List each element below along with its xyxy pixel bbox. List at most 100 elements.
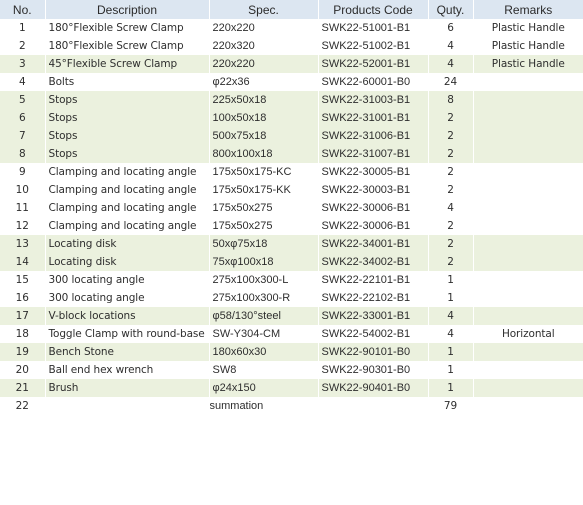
cell-spec: 180x60x30: [209, 343, 319, 361]
header-row: No. Description Spec. Products Code Quty…: [0, 0, 583, 19]
cell-description: Clamping and locating angle: [45, 181, 210, 199]
cell-spec: 175x50x175-KK: [209, 181, 319, 199]
cell-description: Toggle Clamp with round-base: [45, 325, 210, 343]
cell-quantity: 4: [428, 199, 474, 217]
cell-spec: 50xφ75x18: [209, 235, 319, 253]
table-row: 5 Stops 225x50x18 SWK22-31003-B1 8: [0, 91, 583, 109]
cell-description: Stops: [45, 109, 210, 127]
cell-remarks: Horizontal: [473, 325, 583, 343]
cell-quantity: 4: [428, 307, 474, 325]
cell-quantity: 1: [428, 271, 474, 289]
table-row: 11 Clamping and locating angle 175x50x27…: [0, 199, 583, 217]
cell-quantity: 24: [428, 73, 474, 91]
header-products-code: Products Code: [318, 0, 429, 19]
cell-no: 6: [0, 109, 46, 127]
cell-products-code: SWK22-51002-B1: [318, 37, 429, 55]
cell-no: 11: [0, 199, 46, 217]
cell-no: 1: [0, 19, 46, 37]
cell-description: Clamping and locating angle: [45, 199, 210, 217]
cell-spec: 220x220: [209, 55, 319, 73]
cell-quantity: 2: [428, 145, 474, 163]
cell-no: 18: [0, 325, 46, 343]
header-spec: Spec.: [209, 0, 319, 19]
cell-quantity: 4: [428, 55, 474, 73]
cell-products-code: SWK22-90101-B0: [318, 343, 429, 361]
cell-remarks: [473, 109, 583, 127]
cell-products-code: SWK22-34001-B1: [318, 235, 429, 253]
summary-empty-code: [318, 397, 429, 415]
cell-spec: 225x50x18: [209, 91, 319, 109]
summary-row: 22 summation 79: [0, 397, 583, 415]
cell-spec: 100x50x18: [209, 109, 319, 127]
cell-description: Bench Stone: [45, 343, 210, 361]
cell-products-code: SWK22-51001-B1: [318, 19, 429, 37]
cell-remarks: [473, 181, 583, 199]
cell-remarks: [473, 361, 583, 379]
header-remarks: Remarks: [473, 0, 583, 19]
table-row: 1 180°Flexible Screw Clamp 220x220 SWK22…: [0, 19, 583, 37]
cell-remarks: [473, 199, 583, 217]
cell-description: Locating disk: [45, 235, 210, 253]
cell-no: 5: [0, 91, 46, 109]
cell-spec: 75xφ100x18: [209, 253, 319, 271]
table-row: 14 Locating disk 75xφ100x18 SWK22-34002-…: [0, 253, 583, 271]
cell-spec: 175x50x275: [209, 217, 319, 235]
table-row: 16 300 locating angle 275x100x300-R SWK2…: [0, 289, 583, 307]
table-row: 9 Clamping and locating angle 175x50x175…: [0, 163, 583, 181]
cell-description: Clamping and locating angle: [45, 163, 210, 181]
cell-description: 180°Flexible Screw Clamp: [45, 19, 210, 37]
cell-remarks: Plastic Handle: [473, 37, 583, 55]
cell-products-code: SWK22-22102-B1: [318, 289, 429, 307]
cell-products-code: SWK22-31007-B1: [318, 145, 429, 163]
cell-no: 9: [0, 163, 46, 181]
cell-products-code: SWK22-34002-B1: [318, 253, 429, 271]
cell-products-code: SWK22-30006-B1: [318, 199, 429, 217]
table-row: 19 Bench Stone 180x60x30 SWK22-90101-B0 …: [0, 343, 583, 361]
cell-no: 13: [0, 235, 46, 253]
cell-quantity: 2: [428, 253, 474, 271]
table-row: 12 Clamping and locating angle 175x50x27…: [0, 217, 583, 235]
cell-products-code: SWK22-31006-B1: [318, 127, 429, 145]
cell-remarks: [473, 163, 583, 181]
table-row: 20 Ball end hex wrench SW8 SWK22-90301-B…: [0, 361, 583, 379]
table-row: 8 Stops 800x100x18 SWK22-31007-B1 2: [0, 145, 583, 163]
summary-no: 22: [0, 397, 46, 415]
cell-quantity: 4: [428, 325, 474, 343]
cell-no: 15: [0, 271, 46, 289]
cell-description: Stops: [45, 127, 210, 145]
table-row: 21 Brush φ24x150 SWK22-90401-B0 1: [0, 379, 583, 397]
cell-quantity: 1: [428, 379, 474, 397]
cell-quantity: 1: [428, 343, 474, 361]
cell-spec: 275x100x300-R: [209, 289, 319, 307]
cell-remarks: [473, 217, 583, 235]
cell-quantity: 2: [428, 235, 474, 253]
summary-label: summation: [209, 397, 319, 415]
cell-no: 2: [0, 37, 46, 55]
cell-quantity: 1: [428, 361, 474, 379]
cell-remarks: [473, 145, 583, 163]
table-row: 4 Bolts φ22x36 SWK22-60001-B0 24: [0, 73, 583, 91]
table-row: 3 45°Flexible Screw Clamp 220x220 SWK22-…: [0, 55, 583, 73]
parts-list-table: No. Description Spec. Products Code Quty…: [0, 0, 583, 415]
cell-spec: φ58/130°steel: [209, 307, 319, 325]
table-row: 10 Clamping and locating angle 175x50x17…: [0, 181, 583, 199]
cell-no: 21: [0, 379, 46, 397]
table-row: 17 V-block locations φ58/130°steel SWK22…: [0, 307, 583, 325]
cell-description: Stops: [45, 91, 210, 109]
cell-remarks: [473, 73, 583, 91]
table-row: 6 Stops 100x50x18 SWK22-31001-B1 2: [0, 109, 583, 127]
cell-description: Ball end hex wrench: [45, 361, 210, 379]
cell-description: Locating disk: [45, 253, 210, 271]
cell-spec: 175x50x175-KC: [209, 163, 319, 181]
cell-remarks: [473, 253, 583, 271]
cell-quantity: 1: [428, 289, 474, 307]
cell-quantity: 2: [428, 109, 474, 127]
cell-description: Bolts: [45, 73, 210, 91]
cell-products-code: SWK22-90301-B0: [318, 361, 429, 379]
cell-description: 300 locating angle: [45, 289, 210, 307]
cell-spec: SW8: [209, 361, 319, 379]
summary-total-quantity: 79: [428, 397, 474, 415]
table-row: 18 Toggle Clamp with round-base SW-Y304-…: [0, 325, 583, 343]
cell-quantity: 2: [428, 181, 474, 199]
cell-products-code: SWK22-30006-B1: [318, 217, 429, 235]
